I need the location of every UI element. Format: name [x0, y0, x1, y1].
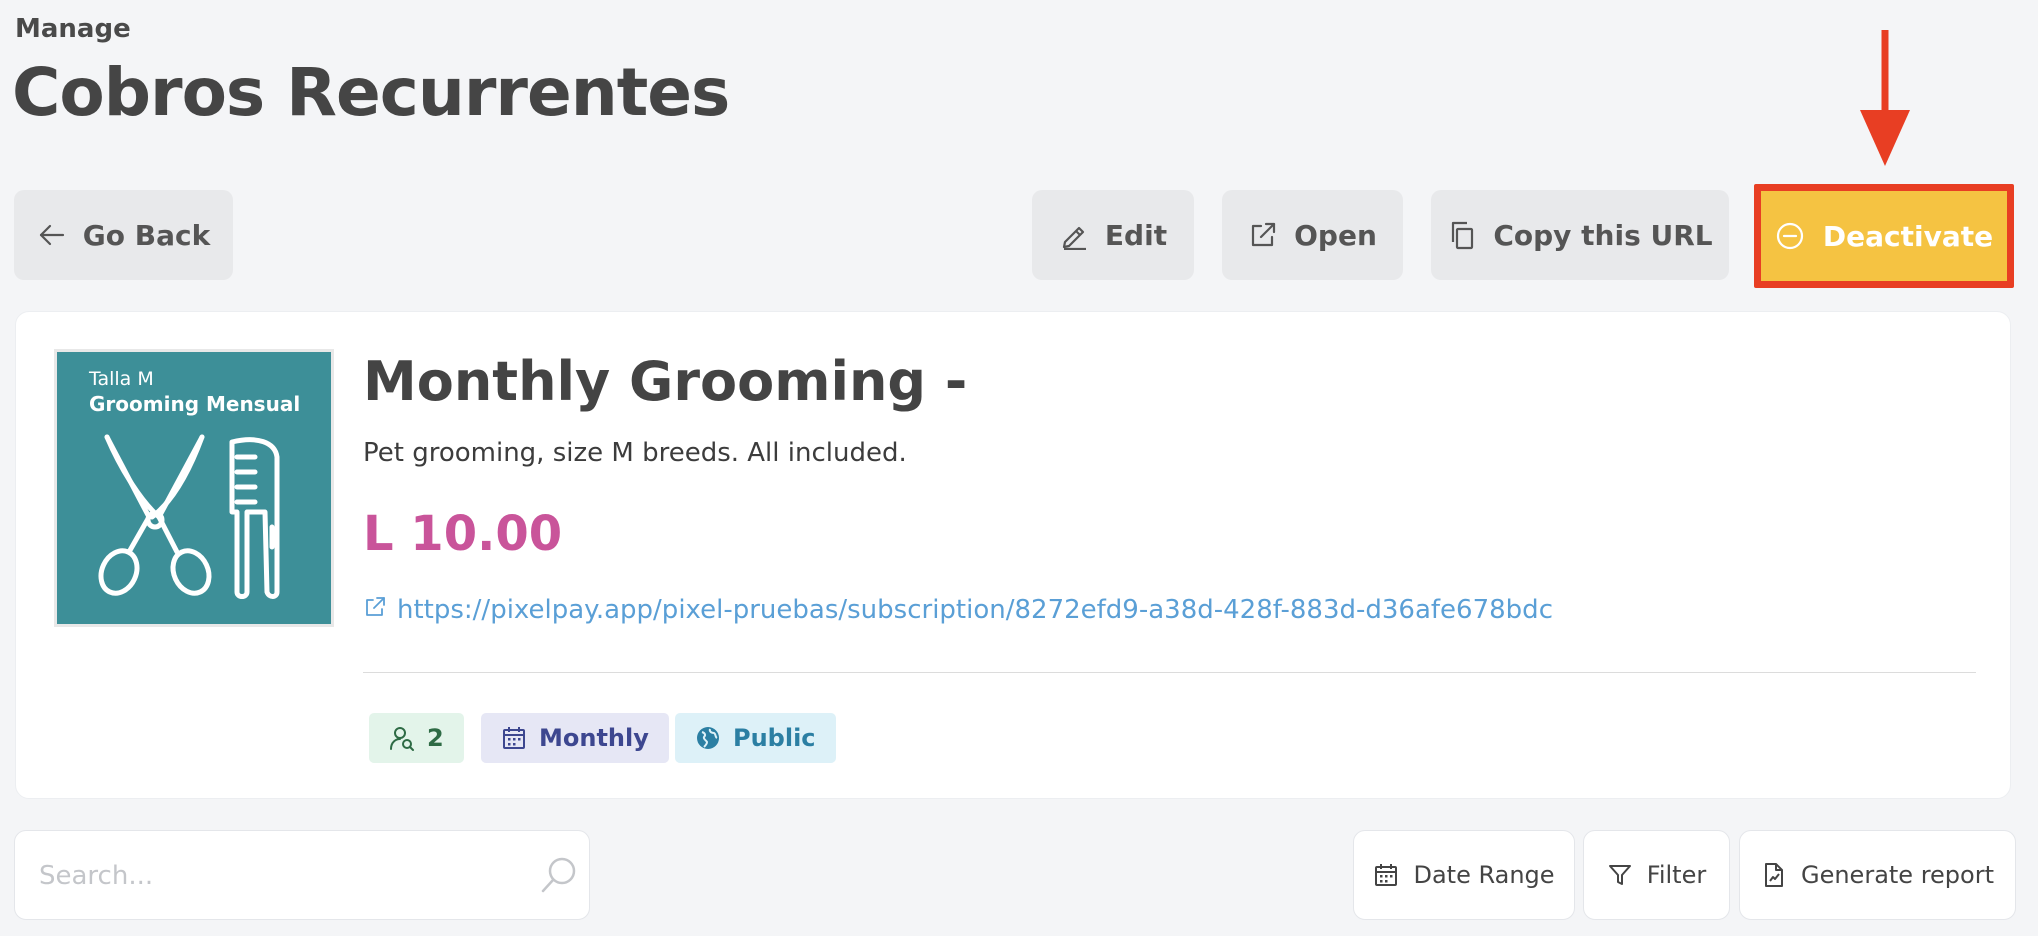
subscribers-badge: 2: [369, 713, 464, 763]
minus-circle-icon: [1776, 222, 1803, 250]
visibility-label: Public: [733, 724, 816, 752]
go-back-button[interactable]: Go Back: [14, 190, 233, 280]
generate-report-button[interactable]: Generate report: [1739, 830, 2016, 920]
subscription-url-link[interactable]: https://pixelpay.app/pixel-pruebas/subsc…: [397, 595, 1553, 625]
globe-icon: [697, 727, 719, 749]
filter-icon: [1608, 865, 1631, 885]
external-link-icon: [1252, 222, 1276, 247]
arrow-left-icon: [39, 224, 64, 246]
page: Manage Cobros Recurrentes Go Back Edit O…: [0, 0, 2038, 936]
filter-label: Filter: [1646, 861, 1707, 889]
edit-button[interactable]: Edit: [1032, 190, 1194, 280]
generate-report-label: Generate report: [1800, 861, 1995, 889]
date-range-button[interactable]: Date Range: [1353, 830, 1575, 920]
search-icon[interactable]: [539, 855, 579, 895]
frequency-label: Monthly: [539, 724, 649, 752]
report-icon: [1764, 863, 1783, 887]
product-image: Talla M Grooming Mensual: [54, 349, 334, 627]
product-image-title: Grooming Mensual: [89, 392, 301, 416]
product-description: Pet grooming, size M breeds. All include…: [363, 438, 907, 468]
page-eyebrow: Manage: [15, 14, 131, 44]
page-title: Cobros Recurrentes: [12, 54, 730, 131]
deactivate-button[interactable]: Deactivate: [1754, 184, 2014, 288]
edit-label: Edit: [1104, 218, 1168, 252]
scissors-comb-icon: [98, 434, 280, 599]
divider: [363, 672, 1976, 673]
open-button[interactable]: Open: [1222, 190, 1403, 280]
annotation-arrow: [1860, 30, 1910, 166]
external-link-icon: [366, 597, 385, 616]
frequency-badge: Monthly: [481, 713, 669, 763]
calendar-icon: [1375, 864, 1398, 886]
search-box: [14, 830, 590, 920]
subscription-card: Talla M Grooming Mensual Monthly Groomin…: [15, 311, 2011, 799]
filter-button[interactable]: Filter: [1583, 830, 1730, 920]
open-label: Open: [1294, 218, 1377, 252]
deactivate-label: Deactivate: [1822, 219, 1994, 253]
users-icon: [390, 727, 414, 751]
go-back-label: Go Back: [82, 218, 211, 252]
copy-url-label: Copy this URL: [1493, 218, 1713, 252]
calendar-icon: [503, 727, 525, 749]
subscribers-count: 2: [427, 724, 444, 752]
product-price: L 10.00: [363, 506, 563, 562]
product-image-subtitle: Talla M: [89, 368, 154, 390]
search-input[interactable]: [39, 853, 519, 899]
product-title: Monthly Grooming -: [363, 350, 968, 413]
visibility-badge: Public: [675, 713, 836, 763]
date-range-label: Date Range: [1413, 861, 1555, 889]
copy-icon: [1452, 221, 1474, 250]
pencil-icon: [1062, 226, 1086, 250]
copy-url-button[interactable]: Copy this URL: [1431, 190, 1729, 280]
